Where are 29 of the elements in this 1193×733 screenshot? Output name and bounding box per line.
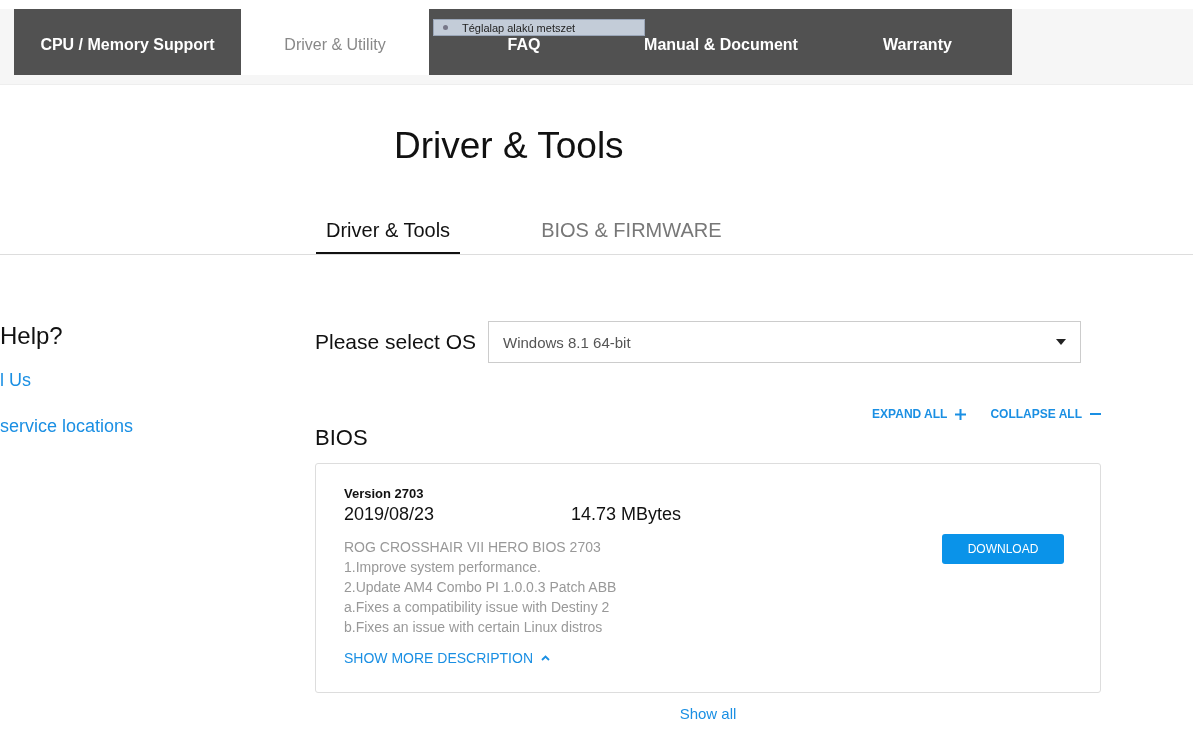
file-size: 14.73 MBytes: [571, 504, 682, 525]
tooltip-text: Téglalap alakú metszet: [462, 21, 576, 34]
minus-icon: [1090, 413, 1101, 415]
page-title: Driver & Tools: [393, 124, 625, 168]
plus-icon: [955, 408, 967, 420]
collapse-all-button[interactable]: COLLAPSE ALL: [990, 407, 1101, 421]
description-line: 1.Improve system performance.: [344, 558, 542, 577]
help-link[interactable]: service locations: [0, 416, 134, 437]
bullet-icon: [443, 25, 448, 30]
sub-tab[interactable]: Driver & Tools: [316, 215, 461, 254]
description-line: 2.Update AM4 Combo PI 1.0.0.3 Patch ABB: [344, 578, 618, 597]
sub-tab[interactable]: BIOS & FIRMWARE: [531, 215, 732, 254]
description-line: ROG CROSSHAIR VII HERO BIOS 2703: [344, 538, 602, 557]
help-heading: Help?: [0, 322, 63, 350]
help-link[interactable]: l Us: [0, 370, 31, 391]
show-all-link[interactable]: Show all: [679, 705, 737, 722]
section-heading: BIOS: [315, 425, 369, 451]
nav-tab[interactable]: Driver & Utility: [241, 9, 429, 75]
description-line: a.Fixes a compatibility issue with Destiny 2: [344, 598, 611, 617]
os-dropdown[interactable]: Windows 8.1 64-bit: [488, 321, 1081, 363]
version-label: Version 2703: [344, 486, 425, 501]
download-button[interactable]: DOWNLOAD: [942, 534, 1064, 564]
description-line: b.Fixes an issue with certain Linux distros: [344, 618, 604, 637]
chevron-up-icon: [541, 655, 550, 661]
os-select-label: Please select OS: [315, 330, 478, 354]
expand-all-button[interactable]: EXPAND ALL: [872, 407, 967, 421]
release-date: 2019/08/23: [344, 504, 436, 525]
dropdown-caret-icon: [1056, 339, 1066, 345]
show-more-description-link[interactable]: SHOW MORE DESCRIPTION: [344, 650, 550, 666]
